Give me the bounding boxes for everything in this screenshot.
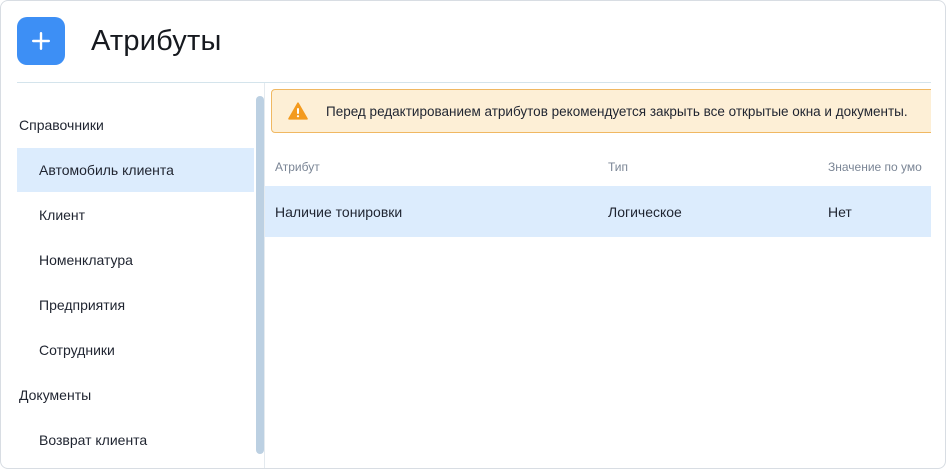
warning-icon [288,102,308,120]
sidebar-item-label: Номенклатура [39,252,133,268]
sidebar-scrollbar-thumb[interactable] [256,96,264,454]
sidebar-item-nomenclature[interactable]: Номенклатура [17,238,254,282]
plus-icon [32,32,50,50]
column-header-type[interactable]: Тип [608,149,628,185]
sidebar-item-label: Клиент [39,207,86,223]
sidebar-section-documents: Документы [19,387,92,403]
table-row[interactable]: Наличие тонировки Логическое Нет [265,186,931,237]
page-title: Атрибуты [91,24,222,57]
app-window: Атрибуты Справочники Автомобиль клиента … [0,0,946,469]
alert-text: Перед редактированием атрибутов рекоменд… [326,103,908,119]
sidebar-item-employees[interactable]: Сотрудники [17,328,254,372]
sidebar-item-client-car[interactable]: Автомобиль клиента [17,148,254,192]
cell-attribute: Наличие тонировки [275,203,403,220]
sidebar-item-client-return[interactable]: Возврат клиента [17,418,254,462]
cell-type: Логическое [608,203,682,220]
column-header-attribute[interactable]: Атрибут [275,149,320,185]
sidebar-section-directories: Справочники [19,117,104,133]
sidebar: Справочники Автомобиль клиента Клиент Но… [17,83,265,468]
sidebar-item-enterprises[interactable]: Предприятия [17,283,254,327]
column-header-default-value[interactable]: Значение по умо [828,149,922,185]
main-content: Перед редактированием атрибутов рекоменд… [265,83,931,468]
table-header: Атрибут Тип Значение по умо [265,149,931,185]
sidebar-item-label: Предприятия [39,297,126,313]
sidebar-item-label: Сотрудники [39,342,115,358]
sidebar-scrollbar[interactable] [256,96,264,454]
page-header: Атрибуты [17,17,222,65]
cell-default-value: Нет [828,203,852,220]
sidebar-item-label: Автомобиль клиента [39,162,174,178]
warning-alert: Перед редактированием атрибутов рекоменд… [271,89,931,133]
sidebar-item-label: Возврат клиента [39,432,148,448]
sidebar-item-client[interactable]: Клиент [17,193,254,237]
add-attribute-button[interactable] [17,17,65,65]
